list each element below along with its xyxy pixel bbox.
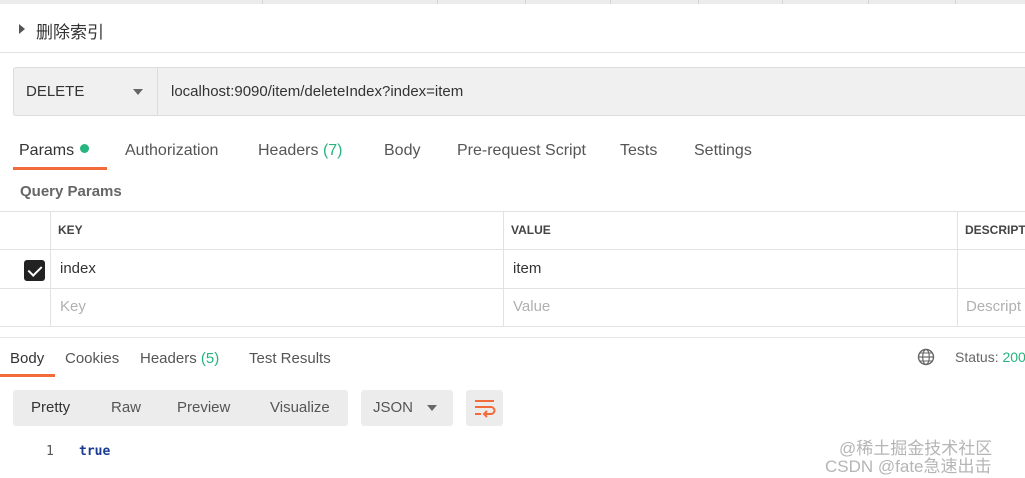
tab-label: Authorization xyxy=(125,142,219,159)
chevron-down-icon xyxy=(133,89,143,95)
divider xyxy=(0,326,1025,327)
headers-count: (7) xyxy=(322,142,343,159)
tab-label: Settings xyxy=(694,142,752,159)
tab-pre-request-script[interactable]: Pre-request Script xyxy=(457,142,586,160)
request-tabs: Params Authorization Headers (7) Body Pr… xyxy=(0,132,1025,172)
wrap-lines-icon xyxy=(475,400,496,418)
query-params-title: Query Params xyxy=(20,183,122,200)
url-input[interactable]: localhost:9090/item/deleteIndex?index=it… xyxy=(171,83,463,100)
url-bar: DELETE localhost:9090/item/deleteIndex?i… xyxy=(13,67,1025,116)
divider xyxy=(503,211,504,327)
watermark-line-1: @稀土掘金技术社区 xyxy=(839,439,993,458)
column-header-key: KEY xyxy=(58,223,83,237)
status-label: Status: xyxy=(955,349,999,365)
chevron-down-icon xyxy=(427,405,437,411)
request-title[interactable]: 删除索引 xyxy=(36,18,104,43)
tab-label: Headers xyxy=(140,350,197,367)
tab-params[interactable]: Params xyxy=(19,142,90,160)
view-pretty-button[interactable]: Pretty xyxy=(31,399,70,416)
param-enabled-checkbox[interactable] xyxy=(24,260,45,281)
tab-label: Cookies xyxy=(65,350,120,367)
column-header-description: DESCRIPTI xyxy=(965,223,1025,237)
tab-label: Body xyxy=(384,142,421,159)
response-status: Status: 200 xyxy=(955,349,1025,365)
divider xyxy=(0,249,1025,250)
divider xyxy=(0,211,1025,212)
line-number: 1 xyxy=(46,444,54,459)
tab-label: Body xyxy=(10,350,45,367)
response-headers-count: (5) xyxy=(200,350,220,367)
format-label: JSON xyxy=(373,399,414,416)
globe-icon[interactable] xyxy=(917,348,935,366)
tab-label: Test Results xyxy=(249,350,331,367)
caret-right-icon[interactable] xyxy=(19,24,25,34)
code-line: true xyxy=(79,444,111,459)
new-value-input[interactable]: Value xyxy=(513,298,550,315)
param-value-cell[interactable]: item xyxy=(513,260,541,277)
watermark-line-2: CSDN @fate急速出击 xyxy=(825,457,992,476)
column-header-value: VALUE xyxy=(511,223,551,237)
tab-settings[interactable]: Settings xyxy=(694,142,752,160)
divider xyxy=(50,211,51,327)
status-code: 200 xyxy=(1002,349,1025,365)
method-label: DELETE xyxy=(26,83,85,100)
params-indicator-dot xyxy=(80,144,90,153)
tab-label: Tests xyxy=(620,142,658,159)
response-tab-cookies[interactable]: Cookies xyxy=(65,350,119,367)
watermark: @稀土掘金技术社区 CSDN @fate急速出击 xyxy=(825,440,992,476)
response-tabs: Body Cookies Headers (5) Test Results xyxy=(0,337,1025,378)
description-column-clip: DESCRIPTI Descript xyxy=(958,211,1025,327)
response-tab-test-results[interactable]: Test Results xyxy=(249,350,331,367)
description-placeholder[interactable]: Descript xyxy=(966,298,1021,315)
response-tab-headers[interactable]: Headers (5) xyxy=(140,350,219,367)
view-visualize-button[interactable]: Visualize xyxy=(270,399,330,416)
request-header: 删除索引 xyxy=(0,4,1025,53)
tab-headers[interactable]: Headers (7) xyxy=(258,142,343,160)
tab-tests[interactable]: Tests xyxy=(620,142,657,160)
divider xyxy=(0,288,1025,289)
active-tab-indicator xyxy=(13,167,107,170)
new-key-input[interactable]: Key xyxy=(60,298,86,315)
view-mode-group: Pretty Raw Preview Visualize xyxy=(13,390,348,426)
tab-label: Pre-request Script xyxy=(457,142,586,159)
active-response-tab-indicator xyxy=(0,374,55,377)
param-key-cell[interactable]: index xyxy=(60,260,96,277)
tab-label: Params xyxy=(19,142,75,159)
tab-body[interactable]: Body xyxy=(384,142,420,160)
format-select[interactable]: JSON xyxy=(361,390,453,426)
method-select[interactable]: DELETE xyxy=(14,68,158,115)
wrap-lines-button[interactable] xyxy=(466,390,503,426)
view-raw-button[interactable]: Raw xyxy=(111,399,141,416)
tab-label: Headers xyxy=(258,142,319,159)
view-preview-button[interactable]: Preview xyxy=(177,399,230,416)
response-tab-body[interactable]: Body xyxy=(10,350,44,367)
tab-authorization[interactable]: Authorization xyxy=(125,142,218,160)
query-params-table: KEY VALUE DESCRIPTI Descript index item … xyxy=(0,211,1025,327)
